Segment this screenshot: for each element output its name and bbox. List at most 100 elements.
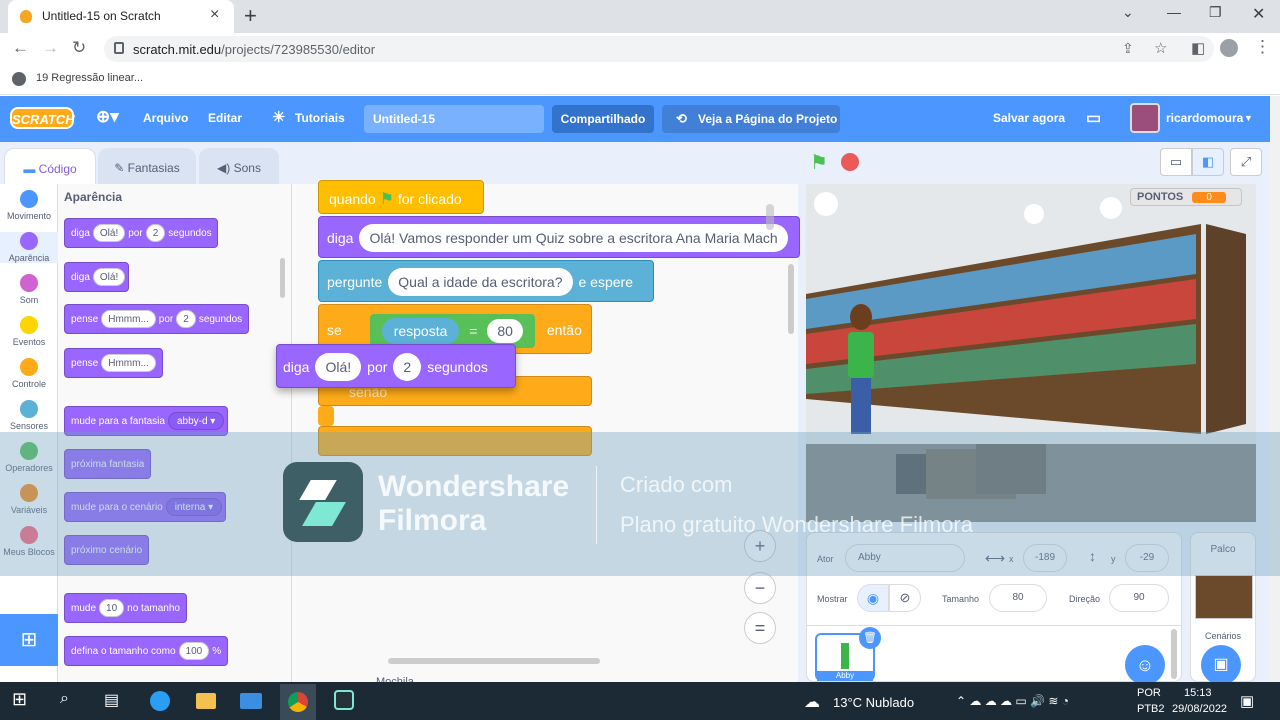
weather-text[interactable]: 13°C Nublado (833, 695, 914, 710)
chrome-menu-icon[interactable]: ⋮ (1254, 37, 1271, 57)
tab-search-icon[interactable]: ⌄ (1122, 4, 1134, 21)
think-for-secs-block[interactable]: pense Hmmm... por 2 segundos (64, 304, 249, 334)
costume-dropdown[interactable]: abby-d ▾ (167, 412, 225, 430)
tutorials-menu[interactable]: Tutoriais (295, 111, 345, 125)
reload-icon[interactable]: ↻ (72, 38, 86, 58)
edit-menu[interactable]: Editar (208, 111, 242, 125)
notifications-icon[interactable]: ▣ (1240, 692, 1254, 710)
delete-sprite-icon[interactable]: 🗑 (859, 627, 881, 649)
block-input[interactable]: Olá! (92, 268, 126, 286)
size-input[interactable]: 80 (989, 584, 1047, 612)
maximize-icon[interactable]: ❐ (1209, 4, 1222, 21)
block-input[interactable]: 10 (99, 599, 125, 617)
zoom-out-button[interactable]: − (744, 572, 776, 604)
backdrop-thumbnail[interactable] (1195, 575, 1253, 619)
dragged-say-block[interactable]: diga Olá! por 2 segundos (276, 344, 516, 388)
block-input[interactable]: 2 (145, 224, 166, 242)
category-motion[interactable]: Movimento (0, 190, 58, 221)
language-globe-icon[interactable]: ⊕▾ (96, 107, 119, 127)
omnibox[interactable]: scratch.mit.edu/projects/723985530/edito… (104, 36, 1214, 62)
chevron-down-icon[interactable]: ▼ (1244, 113, 1253, 123)
share-page-icon[interactable]: ⇪ (1122, 40, 1134, 57)
say-for-secs-block[interactable]: diga Olá! por 2 segundos (64, 218, 219, 248)
windows-start-icon[interactable]: ⊞ (12, 689, 27, 710)
forward-icon[interactable]: → (42, 38, 59, 58)
block-input[interactable]: Hmmm... (101, 310, 156, 328)
stop-icon[interactable] (841, 153, 859, 171)
bookmark-star-icon[interactable]: ☆ (1154, 39, 1167, 57)
answer-reporter[interactable]: resposta (381, 318, 460, 345)
think-block[interactable]: pense Hmmm... (64, 348, 163, 378)
close-window-icon[interactable]: ✕ (1252, 4, 1265, 24)
show-eye-icon[interactable]: ◉ (857, 584, 889, 612)
direction-input[interactable]: 90 (1109, 584, 1169, 612)
add-extension-button[interactable]: ⊞ (0, 614, 58, 666)
question-input[interactable]: Qual a idade da escritora? (388, 268, 573, 296)
block-input[interactable]: 100 (178, 642, 210, 660)
mail-icon[interactable] (240, 693, 262, 709)
category-events[interactable]: Eventos (0, 316, 58, 347)
green-flag-icon[interactable]: ⚑ (810, 150, 828, 175)
chrome-taskbar-button[interactable] (280, 684, 316, 720)
palette-scrollbar[interactable] (280, 258, 285, 298)
compare-value-input[interactable]: 80 (487, 319, 523, 344)
large-stage-icon[interactable]: ◧ (1192, 148, 1224, 176)
profile-icon[interactable] (1220, 39, 1238, 57)
choose-sprite-icon[interactable]: ☺ (1125, 645, 1165, 685)
block-input[interactable]: Hmmm... (101, 354, 156, 372)
minimize-icon[interactable]: — (1167, 4, 1181, 20)
search-icon[interactable]: ⌕ (60, 690, 69, 708)
filmora-app-icon[interactable] (334, 690, 354, 710)
say-block[interactable]: diga Olá! (64, 262, 130, 292)
tray-icons[interactable]: ⌃ ☁ ☁ ☁ ▭ 🔊 ≋ ◔ (956, 694, 1069, 708)
save-now-button[interactable]: Salvar agora (993, 111, 1065, 125)
category-sound[interactable]: Som (0, 274, 58, 305)
language-code[interactable]: POR (1137, 687, 1161, 699)
block-input[interactable]: 2 (176, 310, 196, 328)
keyboard-layout[interactable]: PTB2 (1137, 703, 1165, 715)
share-button[interactable]: Compartilhado (552, 105, 654, 133)
clock-time[interactable]: 15:13 (1184, 687, 1212, 699)
clock-date[interactable]: 29/08/2022 (1172, 703, 1227, 715)
choose-backdrop-icon[interactable]: ▣ (1201, 645, 1241, 685)
score-monitor[interactable]: PONTOS 0 (1130, 188, 1242, 206)
hide-eye-icon[interactable]: ⊘ (889, 584, 921, 612)
file-menu[interactable]: Arquivo (143, 111, 188, 125)
tab-code[interactable]: ▬ Código (4, 148, 96, 184)
set-size-block[interactable]: defina o tamanho como 100% (64, 636, 228, 666)
my-stuff-folder-icon[interactable]: ▭ (1086, 108, 1101, 128)
block-input[interactable]: 2 (393, 353, 422, 381)
sprite-list-scrollbar[interactable] (1171, 629, 1177, 679)
scratch-logo[interactable]: SCRATCH (10, 107, 75, 129)
tab-costumes[interactable]: ✎ Fantasias (98, 148, 196, 184)
file-explorer-icon[interactable] (196, 693, 216, 709)
say-block[interactable]: diga Olá! Vamos responder um Quiz sobre a… (318, 216, 800, 258)
ask-and-wait-block[interactable]: pergunte Qual a idade da escritora? e espe… (318, 260, 654, 302)
category-sensing[interactable]: Sensores (0, 400, 58, 431)
bookmark-item[interactable]: 19 Regressão linear... (36, 72, 143, 84)
new-tab-button[interactable]: + (244, 3, 257, 29)
zoom-reset-button[interactable]: = (744, 612, 776, 644)
script-hscroll[interactable] (388, 658, 600, 664)
block-input[interactable]: Olá! (315, 353, 362, 381)
block-input[interactable]: Olá! (92, 224, 126, 242)
category-looks[interactable]: Aparência (0, 232, 58, 263)
when-flag-clicked-block[interactable]: quando ⚑ for clicado (318, 180, 484, 214)
see-project-page-button[interactable]: ⟲ Veja a Página do Projeto (662, 105, 840, 133)
back-icon[interactable]: ← (12, 38, 29, 58)
user-avatar[interactable] (1130, 103, 1160, 133)
fullscreen-icon[interactable]: ⤢ (1230, 148, 1262, 176)
small-stage-icon[interactable]: ▭ (1160, 148, 1192, 176)
abby-sprite[interactable] (846, 304, 876, 444)
project-title-input[interactable]: Untitled-15 (364, 105, 544, 133)
task-view-icon[interactable]: ▤ (104, 690, 119, 710)
edge-icon[interactable] (150, 691, 170, 711)
category-control[interactable]: Controle (0, 358, 58, 389)
change-size-block[interactable]: mude 10 no tamanho (64, 593, 187, 623)
browser-tab[interactable]: Untitled-15 on Scratch × (8, 0, 234, 33)
page-scrollbar[interactable] (1270, 96, 1280, 682)
close-tab-icon[interactable]: × (210, 6, 219, 24)
username-menu[interactable]: ricardomoura (1166, 111, 1243, 125)
tab-sounds[interactable]: ◀) Sons (199, 148, 279, 184)
script-vscroll[interactable] (788, 264, 794, 334)
